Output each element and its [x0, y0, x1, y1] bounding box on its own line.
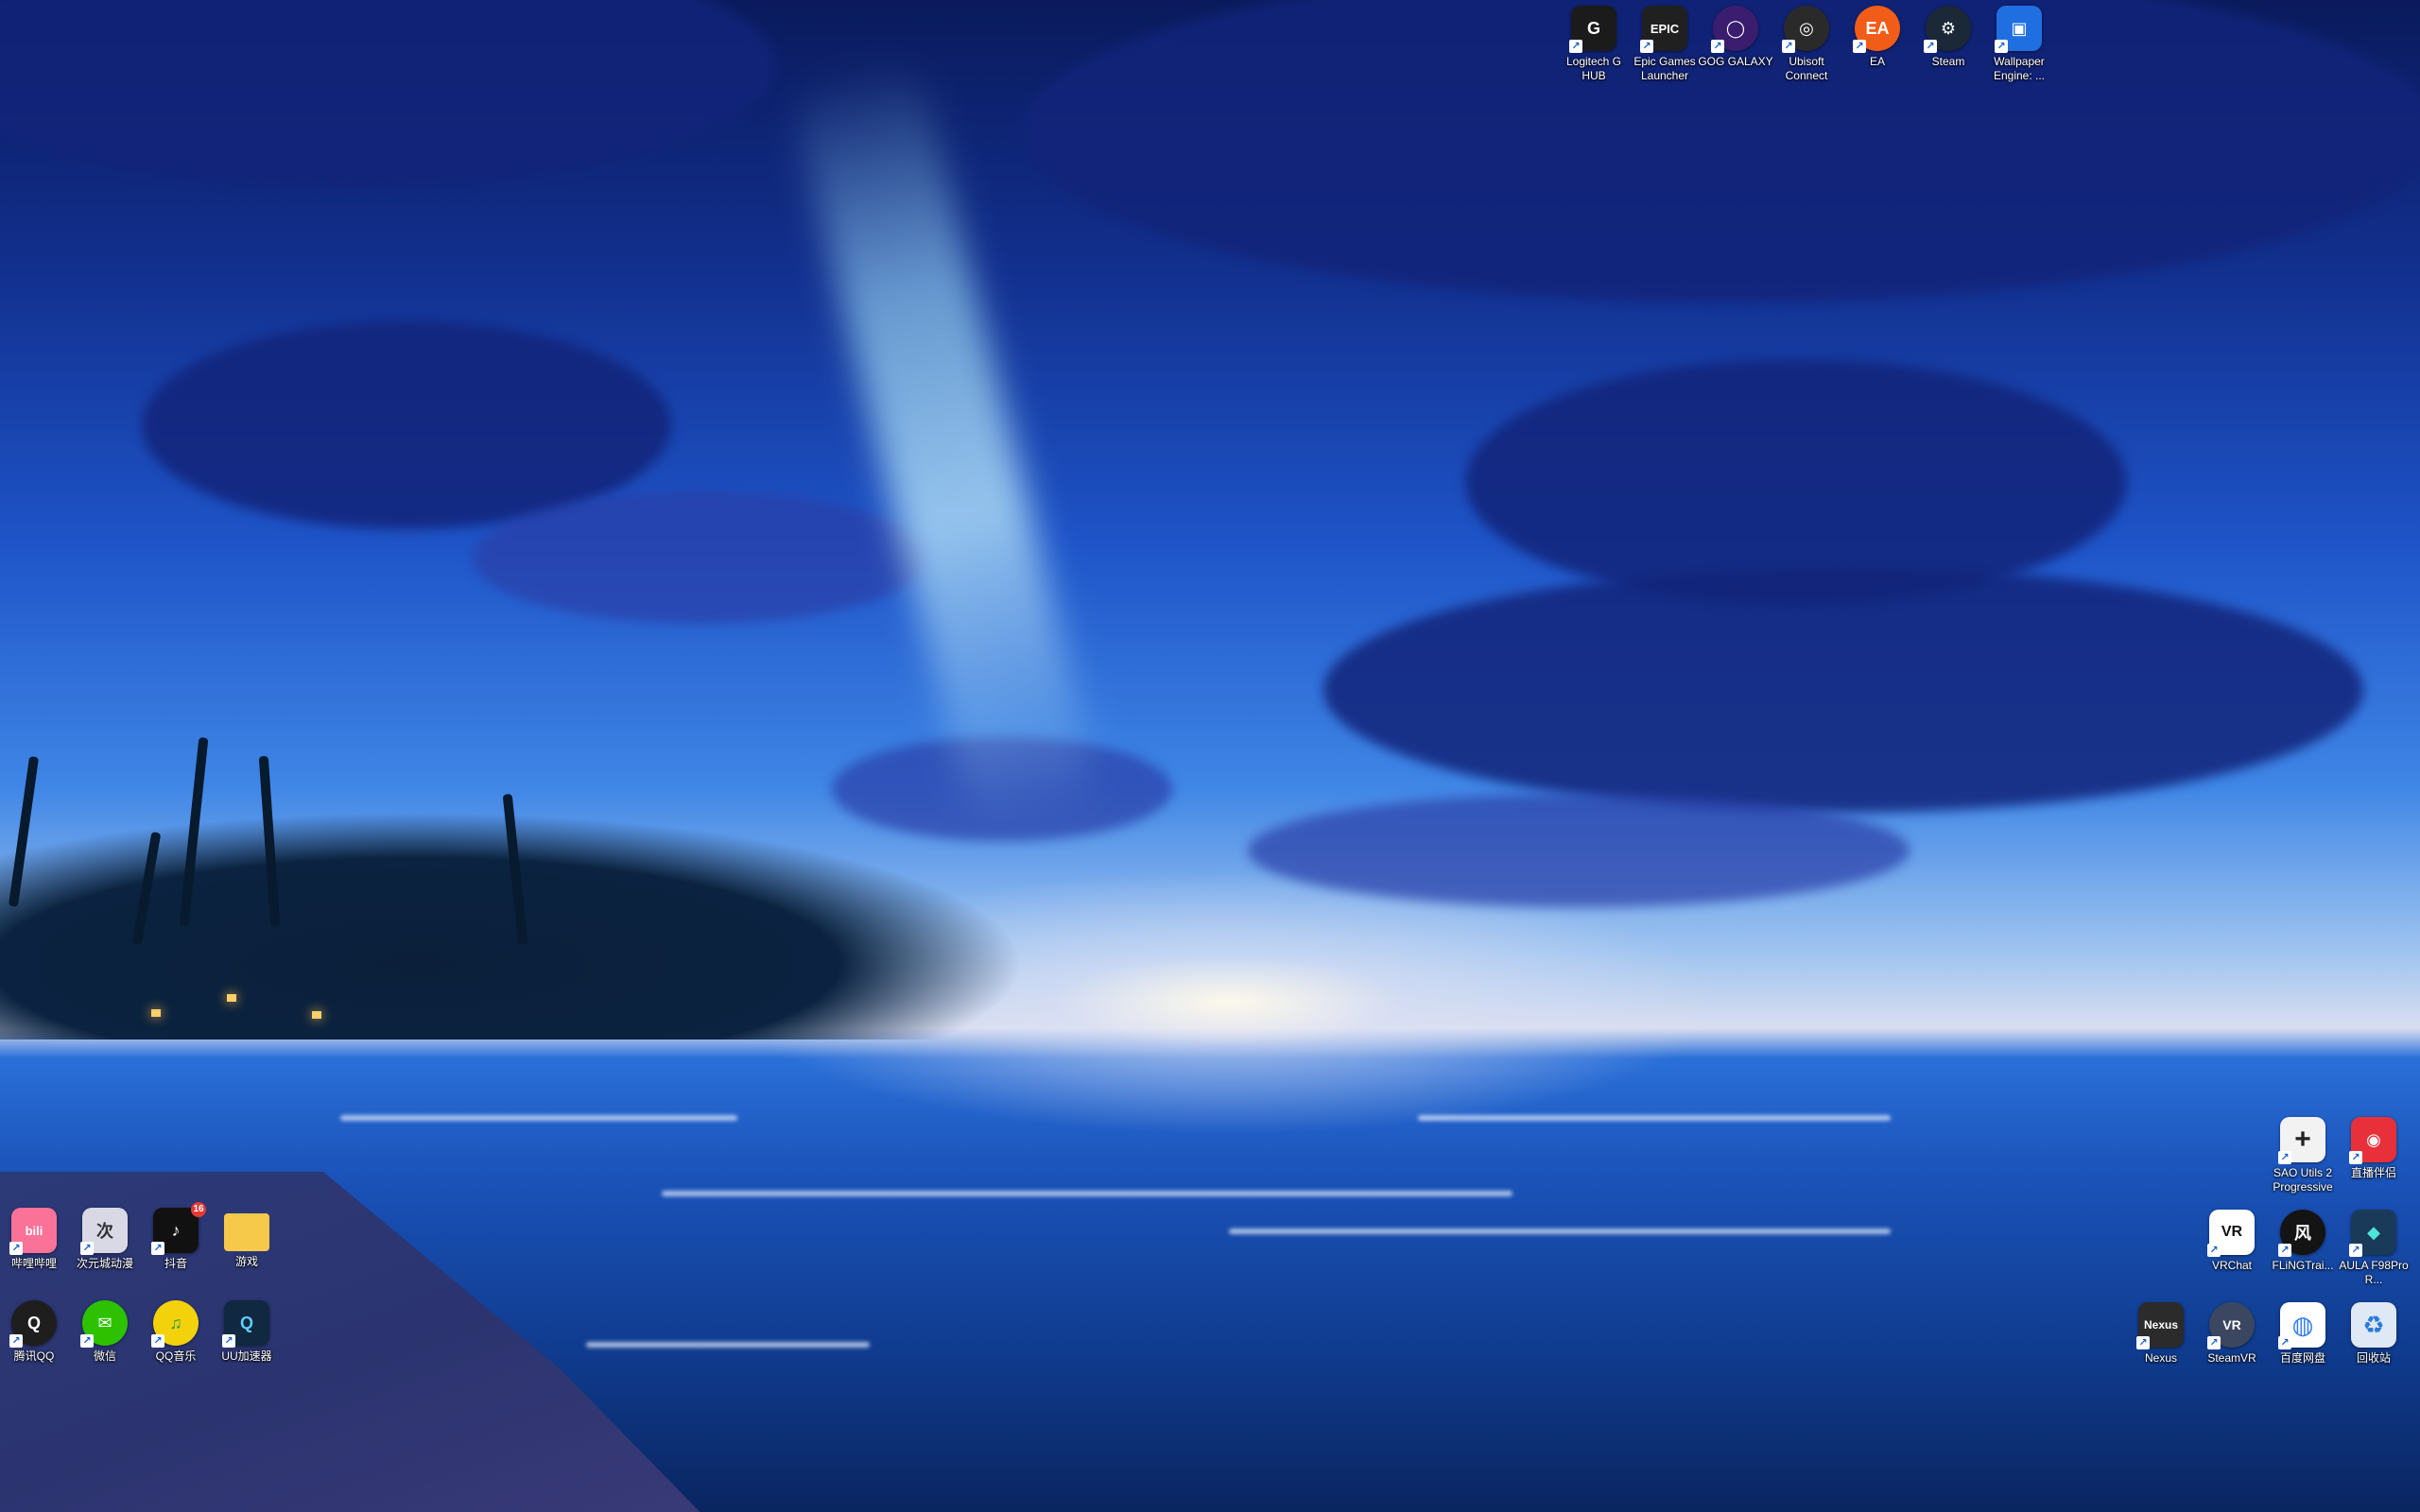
icon-label: 直播伴侣: [2350, 1166, 2396, 1179]
icon-label: 腾讯QQ: [13, 1349, 55, 1363]
desktop-shortcut-aula-keyboard[interactable]: ◆ ↗ AULA F98Pro R...: [2339, 1210, 2409, 1300]
uu-booster-icon: Q ↗: [222, 1300, 269, 1348]
icon-label: SteamVR: [2207, 1351, 2256, 1365]
icon-label: GOG GALAXY: [1698, 55, 1773, 68]
vrchat-icon: VR ↗: [2207, 1210, 2255, 1257]
shortcut-arrow-icon: ↗: [2349, 1244, 2362, 1257]
icon-label: VRChat: [2211, 1259, 2253, 1272]
icon-label: Nexus: [2144, 1351, 2177, 1365]
desktop-shortcut-uu-booster[interactable]: Q ↗ UU加速器: [213, 1300, 281, 1391]
recycle-bin-icon: ♻: [2351, 1302, 2396, 1348]
desktop-shortcut-logitech-g-hub[interactable]: G ↗ Logitech G HUB: [1560, 6, 1628, 96]
desktop-shortcut-fling-trainer[interactable]: 风 ↗ FLiNGTrai...: [2269, 1210, 2337, 1300]
desktop-shortcut-steamvr[interactable]: VR ↗ SteamVR: [2198, 1302, 2266, 1393]
icon-label: Epic Games Launcher: [1634, 55, 1696, 82]
shortcut-arrow-icon: ↗: [2278, 1336, 2291, 1349]
wechat-icon: ✉ ↗: [80, 1300, 128, 1348]
desktop-shortcut-wechat[interactable]: ✉ ↗ 微信: [71, 1300, 139, 1391]
shortcut-arrow-icon: ↗: [2136, 1336, 2150, 1349]
icon-label: 百度网盘: [2279, 1351, 2325, 1365]
bilibili-icon: bili ↗: [9, 1208, 57, 1255]
ciyuancheng-icon: 次 ↗: [80, 1208, 128, 1255]
shortcut-arrow-icon: ↗: [1995, 40, 2008, 53]
folder-icon: [224, 1213, 269, 1251]
sao-utils-icon: + ↗: [2278, 1117, 2325, 1164]
desktop-shortcut-gog-galaxy[interactable]: ◯ ↗ GOG GALAXY: [1698, 6, 1773, 96]
desktop[interactable]: G ↗ Logitech G HUB EPIC ↗ Epic Games Launc…: [0, 0, 2420, 1512]
qq-icon: Q ↗: [9, 1300, 57, 1348]
ubisoft-connect-icon: ◎ ↗: [1782, 6, 1829, 53]
shortcut-arrow-icon: ↗: [1853, 40, 1866, 53]
icon-label: AULA F98Pro R...: [2339, 1259, 2409, 1286]
icon-label: 次元城动漫: [76, 1257, 133, 1270]
desktop-shortcut-baidu-netdisk[interactable]: ◍ ↗ 百度网盘: [2269, 1302, 2337, 1393]
live-companion-icon: ◉ ↗: [2349, 1117, 2396, 1164]
logitech-g-hub-icon: G ↗: [1569, 6, 1616, 53]
douyin-icon: ♪ 16 ↗: [151, 1202, 206, 1255]
shortcut-arrow-icon: ↗: [151, 1334, 164, 1348]
icon-label: FLiNGTrai...: [2272, 1259, 2334, 1272]
shortcut-arrow-icon: ↗: [2349, 1151, 2362, 1164]
aula-keyboard-icon: ◆ ↗: [2349, 1210, 2396, 1257]
icon-label: Ubisoft Connect: [1785, 55, 1828, 82]
desktop-shortcut-qq-music[interactable]: ♫ ↗ QQ音乐: [142, 1300, 210, 1391]
shortcut-arrow-icon: ↗: [1569, 40, 1582, 53]
shortcut-arrow-icon: ↗: [80, 1334, 94, 1348]
shortcut-arrow-icon: ↗: [2278, 1151, 2291, 1164]
icon-label: UU加速器: [221, 1349, 272, 1363]
shortcut-arrow-icon: ↗: [9, 1334, 23, 1348]
desktop-shortcut-steam[interactable]: ⚙ ↗ Steam: [1914, 6, 1982, 96]
nexus-icon: Nexus ↗: [2136, 1302, 2184, 1349]
desktop-shortcut-wallpaper-engine[interactable]: ▣ ↗ Wallpaper Engine: ...: [1985, 6, 2053, 96]
icon-label: QQ音乐: [155, 1349, 197, 1363]
ea-icon: EA ↗: [1853, 6, 1900, 53]
shortcut-arrow-icon: ↗: [9, 1242, 23, 1255]
desktop-shortcut-nexus[interactable]: Nexus ↗ Nexus: [2127, 1302, 2195, 1393]
icon-label: EA: [1869, 55, 1885, 68]
desktop-shortcut-epic-games[interactable]: EPIC ↗ Epic Games Launcher: [1631, 6, 1699, 96]
icon-label: Logitech G HUB: [1565, 55, 1622, 82]
desktop-shortcut-vrchat[interactable]: VR ↗ VRChat: [2198, 1210, 2266, 1300]
shortcut-arrow-icon: ↗: [2278, 1244, 2291, 1257]
icon-label: 抖音: [164, 1257, 187, 1270]
wallpaper-engine-icon: ▣ ↗: [1995, 6, 2042, 53]
gog-galaxy-icon: ◯ ↗: [1711, 6, 1758, 53]
desktop-shortcut-ubisoft-connect[interactable]: ◎ ↗ Ubisoft Connect: [1772, 6, 1841, 96]
notification-badge: 16: [191, 1202, 206, 1217]
desktop-shortcut-bilibili[interactable]: bili ↗ 哔哩哔哩: [0, 1208, 68, 1298]
icon-label: 回收站: [2356, 1351, 2391, 1365]
shortcut-arrow-icon: ↗: [1924, 40, 1937, 53]
icon-label: 哔哩哔哩: [10, 1257, 57, 1270]
steamvr-icon: VR ↗: [2207, 1302, 2255, 1349]
desktop-shortcut-ea[interactable]: EA ↗ EA: [1843, 6, 1911, 96]
shortcut-arrow-icon: ↗: [151, 1242, 164, 1255]
desktop-shortcut-sao-utils[interactable]: + ↗ SAO Utils 2 Progressive: [2269, 1117, 2337, 1208]
desktop-shortcut-douyin[interactable]: ♪ 16 ↗ 抖音: [142, 1202, 210, 1298]
desktop-shortcut-live-companion[interactable]: ◉ ↗ 直播伴侣: [2340, 1117, 2408, 1208]
steam-icon: ⚙ ↗: [1924, 6, 1971, 53]
baidu-netdisk-icon: ◍ ↗: [2278, 1302, 2325, 1349]
qq-music-icon: ♫ ↗: [151, 1300, 199, 1348]
desktop-shortcut-ciyuancheng[interactable]: 次 ↗ 次元城动漫: [71, 1208, 139, 1298]
desktop-shortcut-qq[interactable]: Q ↗ 腾讯QQ: [0, 1300, 68, 1391]
shortcut-arrow-icon: ↗: [2207, 1336, 2221, 1349]
icon-label: SAO Utils 2 Progressive: [2273, 1166, 2333, 1194]
icon-label: 游戏: [234, 1255, 258, 1268]
icon-label: Wallpaper Engine: ...: [1993, 55, 2046, 82]
icon-label: Steam: [1931, 55, 1965, 68]
icon-label: 微信: [93, 1349, 116, 1363]
fling-trainer-icon: 风 ↗: [2278, 1210, 2325, 1257]
shortcut-arrow-icon: ↗: [80, 1242, 94, 1255]
desktop-folder-games[interactable]: 游戏: [213, 1208, 281, 1298]
desktop-recycle-bin[interactable]: ♻ 回收站: [2340, 1302, 2408, 1393]
epic-games-icon: EPIC ↗: [1640, 6, 1687, 53]
shortcut-arrow-icon: ↗: [1711, 40, 1724, 53]
shortcut-arrow-icon: ↗: [1782, 40, 1795, 53]
shortcut-arrow-icon: ↗: [222, 1334, 235, 1348]
shortcut-arrow-icon: ↗: [1640, 40, 1653, 53]
shortcut-arrow-icon: ↗: [2207, 1244, 2221, 1257]
